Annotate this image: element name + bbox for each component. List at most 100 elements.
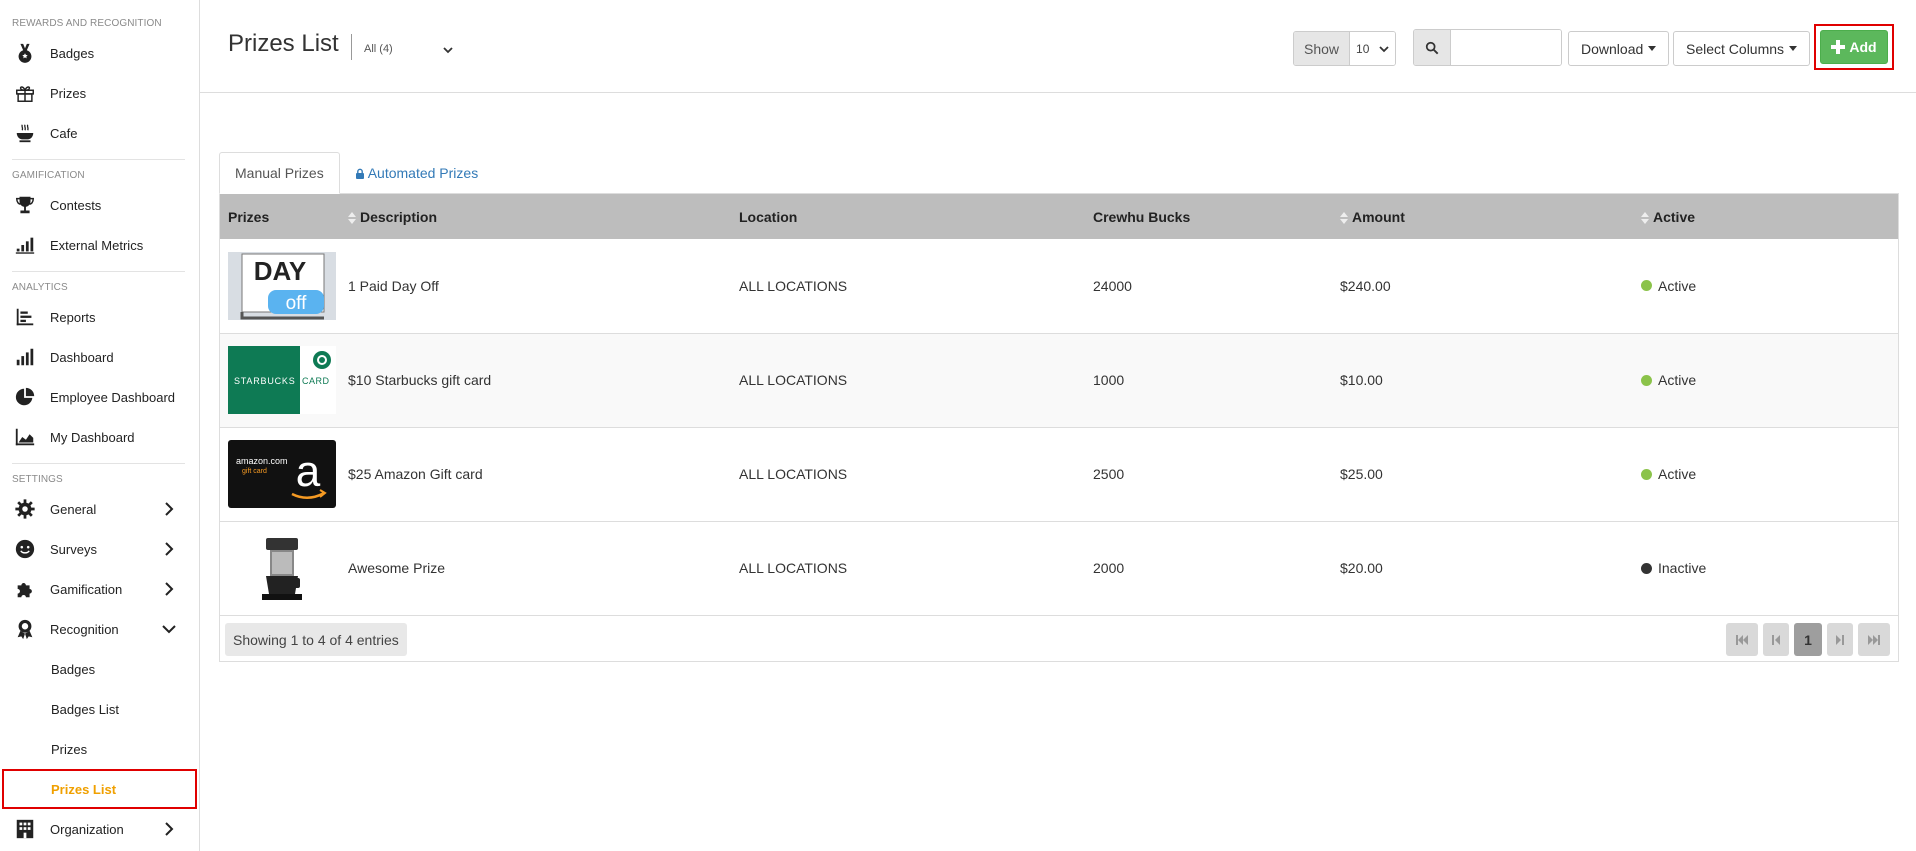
chevron-right-icon — [165, 822, 174, 836]
prize-description: $10 Starbucks gift card — [348, 372, 492, 388]
sidebar-item-label: Prizes — [50, 85, 87, 101]
chevron-down-icon — [443, 47, 453, 54]
prize-location: ALL LOCATIONS — [739, 277, 848, 294]
sidebar-item-organization[interactable]: Organization — [0, 809, 199, 849]
divider — [12, 271, 185, 272]
first-page-button[interactable] — [1726, 623, 1758, 656]
sidebar-item-cafe[interactable]: Cafe — [0, 113, 199, 153]
previous-page-button[interactable] — [1763, 623, 1789, 656]
sort-icon — [1641, 211, 1649, 224]
sidebar-subitem-badges-list[interactable]: Badges List — [0, 689, 199, 729]
active-status-dot — [1641, 468, 1652, 480]
prize-location: ALL LOCATIONS — [739, 560, 848, 576]
download-button[interactable]: Download — [1568, 31, 1670, 66]
prize-bucks: 2000 — [1093, 560, 1125, 576]
sidebar-item-label: Gamification — [50, 581, 123, 597]
sidebar-item-label: My Dashboard — [50, 429, 135, 445]
sidebar-item-label: Recognition — [50, 621, 119, 637]
tab-automated-prizes[interactable]: Automated Prizes — [340, 152, 494, 194]
prize-filter-select[interactable]: All (4) — [360, 38, 460, 60]
sidebar-item-surveys[interactable]: Surveys — [0, 529, 199, 569]
chevron-down-icon — [1379, 46, 1389, 53]
page-title: Prizes List — [228, 30, 339, 57]
table-row[interactable]: DAY off 1 Paid Day Off ALL LOCATIONS 240… — [220, 239, 1898, 333]
divider — [12, 463, 185, 464]
lock-icon — [355, 168, 364, 179]
column-header-amount[interactable]: Amount — [1332, 194, 1633, 239]
add-button[interactable]: Add — [1820, 30, 1888, 64]
sidebar-item-employee-dashboard[interactable]: Employee Dashboard — [0, 377, 199, 417]
metrics-chart-icon — [12, 232, 38, 258]
table-row[interactable]: Awesome Prize ALL LOCATIONS 2000 $20.00 … — [220, 521, 1898, 615]
column-header-description[interactable]: Description — [340, 194, 731, 239]
column-header-active[interactable]: Active — [1633, 194, 1898, 239]
sidebar-item-label: External Metrics — [50, 237, 144, 253]
amazon-gift-card-image: amazon.com gift card a — [228, 440, 336, 508]
sidebar-item-external-metrics[interactable]: External Metrics — [0, 225, 199, 265]
sidebar-item-contests[interactable]: Contests — [0, 185, 199, 225]
prize-amount: $20.00 — [1340, 560, 1383, 576]
table-row[interactable]: amazon.com gift card a $25 Amazon Gift c… — [220, 427, 1898, 521]
medal-icon — [12, 40, 38, 66]
sidebar-item-my-dashboard[interactable]: My Dashboard — [0, 417, 199, 457]
sidebar-item-label: Surveys — [50, 541, 97, 557]
sidebar-item-badges[interactable]: Badges — [0, 33, 199, 73]
sidebar-subitem-badges[interactable]: Badges — [0, 649, 199, 689]
sidebar-item-label: Dashboard — [50, 349, 114, 365]
prize-bucks: 2500 — [1093, 466, 1125, 482]
add-button-highlight: Add — [1814, 24, 1894, 70]
section-title-analytics: ANALYTICS — [12, 282, 68, 293]
plus-icon — [1831, 40, 1846, 54]
search-input[interactable] — [1451, 30, 1561, 65]
prize-filter-value: All (4) — [364, 43, 393, 55]
prize-amount: $10.00 — [1340, 372, 1383, 388]
page-size-select[interactable]: 10 — [1350, 32, 1396, 65]
column-header-location: Location — [739, 208, 798, 225]
title-divider — [351, 34, 352, 60]
award-ribbon-icon — [12, 616, 38, 642]
search-button[interactable] — [1414, 30, 1451, 65]
smiley-icon — [12, 536, 38, 562]
table-row[interactable]: STARBUCKS CARD $10 Starbucks gift card A… — [220, 333, 1898, 427]
prize-image-cell: amazon.com gift card a — [220, 427, 340, 521]
svg-text:amazon.com: amazon.com — [236, 456, 288, 466]
prize-status: Active — [1633, 333, 1898, 427]
building-icon — [12, 816, 38, 842]
select-columns-button[interactable]: Select Columns — [1673, 31, 1811, 66]
food-bowl-icon — [12, 120, 38, 146]
first-page-icon — [1736, 634, 1748, 645]
prizes-table-container: Prizes Description Location Crewhu Bucks… — [219, 193, 1899, 662]
sidebar-subitem-prizes[interactable]: Prizes — [0, 729, 199, 769]
caret-down-icon — [1648, 46, 1657, 51]
sidebar-item-label: General — [50, 501, 97, 517]
last-page-button[interactable] — [1858, 623, 1890, 656]
status-label: Inactive — [1658, 560, 1707, 576]
sidebar-item-dashboard[interactable]: Dashboard — [0, 337, 199, 377]
next-page-button[interactable] — [1827, 623, 1853, 656]
prize-tabs: Manual Prizes Automated Prizes — [219, 152, 493, 194]
svg-text:off: off — [286, 293, 308, 314]
sidebar-item-recognition[interactable]: Recognition — [0, 609, 199, 649]
tab-manual-prizes[interactable]: Manual Prizes — [219, 152, 340, 194]
prize-image-cell — [220, 521, 340, 615]
sidebar-item-label: Reports — [50, 309, 96, 325]
svg-text:a: a — [296, 447, 321, 496]
prize-amount: $25.00 — [1340, 466, 1383, 482]
sidebar-item-prizes[interactable]: Prizes — [0, 73, 199, 113]
sidebar-item-gamification[interactable]: Gamification — [0, 569, 199, 609]
search-control — [1413, 29, 1562, 66]
sidebar-subitem-prizes-list[interactable]: Prizes List — [2, 769, 197, 809]
svg-text:STARBUCKS: STARBUCKS — [234, 376, 296, 386]
sidebar-item-general[interactable]: General — [0, 489, 199, 529]
add-label: Add — [1849, 39, 1877, 55]
page-number-button[interactable]: 1 — [1794, 623, 1822, 656]
chevron-down-icon — [162, 625, 176, 634]
prize-amount: $240.00 — [1340, 277, 1391, 294]
table-footer: Showing 1 to 4 of 4 entries 1 — [220, 616, 1898, 661]
sidebar-item-reports[interactable]: Reports — [0, 297, 199, 337]
section-title-settings: SETTINGS — [12, 474, 63, 485]
pie-chart-icon — [12, 384, 38, 410]
prizes-table: Prizes Description Location Crewhu Bucks… — [220, 194, 1898, 616]
chevron-right-icon — [165, 542, 174, 556]
sidebar: REWARDS AND RECOGNITION Badges Prizes Ca… — [0, 0, 200, 851]
